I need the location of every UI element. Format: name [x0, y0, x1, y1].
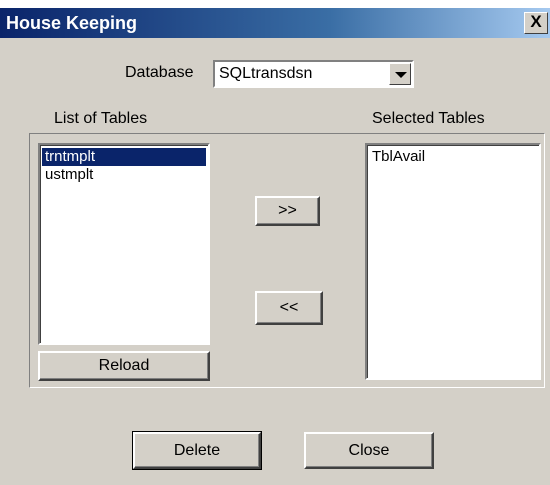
add-table-button[interactable]: >>	[255, 196, 320, 226]
list-of-tables-listbox[interactable]: trntmplt ustmplt	[38, 143, 210, 345]
close-button[interactable]: Close	[304, 432, 434, 469]
selected-tables-label: Selected Tables	[372, 110, 485, 127]
reload-button[interactable]: Reload	[38, 351, 210, 381]
delete-button[interactable]: Delete	[132, 431, 262, 470]
remove-table-button[interactable]: <<	[255, 291, 323, 325]
list-item[interactable]: ustmplt	[42, 166, 206, 184]
title-bar[interactable]: House Keeping	[0, 8, 550, 38]
database-select-value: SQLtransdsn	[219, 65, 313, 82]
list-of-tables-label: List of Tables	[54, 110, 148, 127]
close-window-button[interactable]: X	[524, 12, 548, 34]
chevron-down-icon[interactable]	[389, 63, 411, 85]
database-label: Database	[125, 64, 194, 81]
list-item[interactable]: TblAvail	[369, 148, 537, 166]
selected-tables-listbox[interactable]: TblAvail	[365, 143, 541, 380]
database-select[interactable]: SQLtransdsn	[213, 60, 414, 88]
window-title: House Keeping	[6, 13, 138, 33]
list-item[interactable]: trntmplt	[42, 148, 206, 166]
